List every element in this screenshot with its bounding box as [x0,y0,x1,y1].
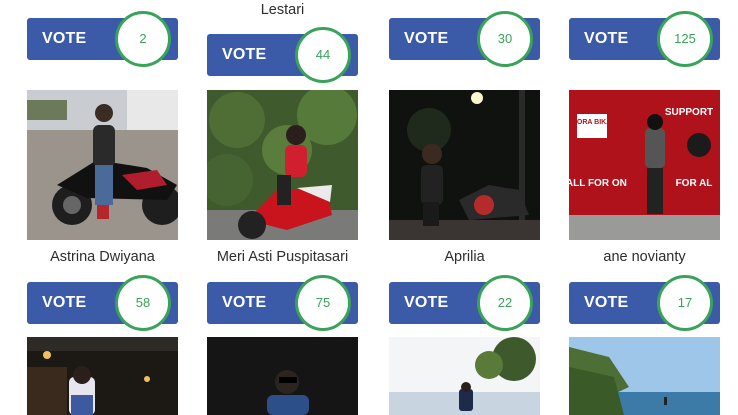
banner-text: SUPPORT [665,107,713,118]
sky-photo[interactable] [389,337,540,415]
motorbike-photo[interactable] [207,90,358,240]
night-street-photo[interactable] [27,337,178,415]
vote-button[interactable]: VOTE 44 [207,27,358,83]
vote-count: 58 [115,275,171,331]
vote-count: 2 [115,11,171,67]
motorbike-photo[interactable] [27,90,178,240]
vote-button[interactable]: VOTE 75 [207,275,358,331]
vote-count: 44 [295,27,351,83]
vote-button[interactable]: VOTE 17 [569,275,720,331]
beach-photo[interactable] [569,337,720,415]
banner-text: "ALL FOR ON [569,178,627,189]
vote-label: VOTE [404,30,449,47]
vote-button[interactable]: VOTE 58 [27,275,178,331]
vote-label: VOTE [404,294,449,311]
contestant-name: Astrina Dwiyana [50,249,155,265]
contestant-name: ane novianty [603,249,686,265]
vote-label: VOTE [584,30,629,47]
vote-count: 17 [657,275,713,331]
contestant-name: Lestari [260,2,305,18]
vote-label: VOTE [42,30,87,47]
vote-count: 125 [657,11,713,67]
vote-button[interactable]: VOTE 22 [389,275,540,331]
vote-label: VOTE [222,294,267,311]
vote-button[interactable]: VOTE 125 [569,11,720,67]
contestant-name: Meri Asti Puspitasari [216,249,349,265]
contestant-grid: VOTE 2 Lestari VOTE 44 VOTE 30 VOTE 125 [0,0,738,415]
vote-count: 30 [477,11,533,67]
vote-count: 75 [295,275,351,331]
vote-button[interactable]: VOTE 2 [27,11,178,67]
vote-button[interactable]: VOTE 30 [389,11,540,67]
banner-text: TORA BIKA [573,119,612,126]
vote-count: 22 [477,275,533,331]
vote-label: VOTE [222,46,267,63]
vote-label: VOTE [584,294,629,311]
night-motorbike-photo[interactable] [389,90,540,240]
dark-portrait-photo[interactable] [207,337,358,415]
vote-label: VOTE [42,294,87,311]
banner-photo[interactable]: TORA BIKA SUPPORT "ALL FOR ON FOR AL [569,90,720,240]
banner-text: FOR AL [676,178,713,189]
contestant-name: Aprilia [444,249,485,265]
